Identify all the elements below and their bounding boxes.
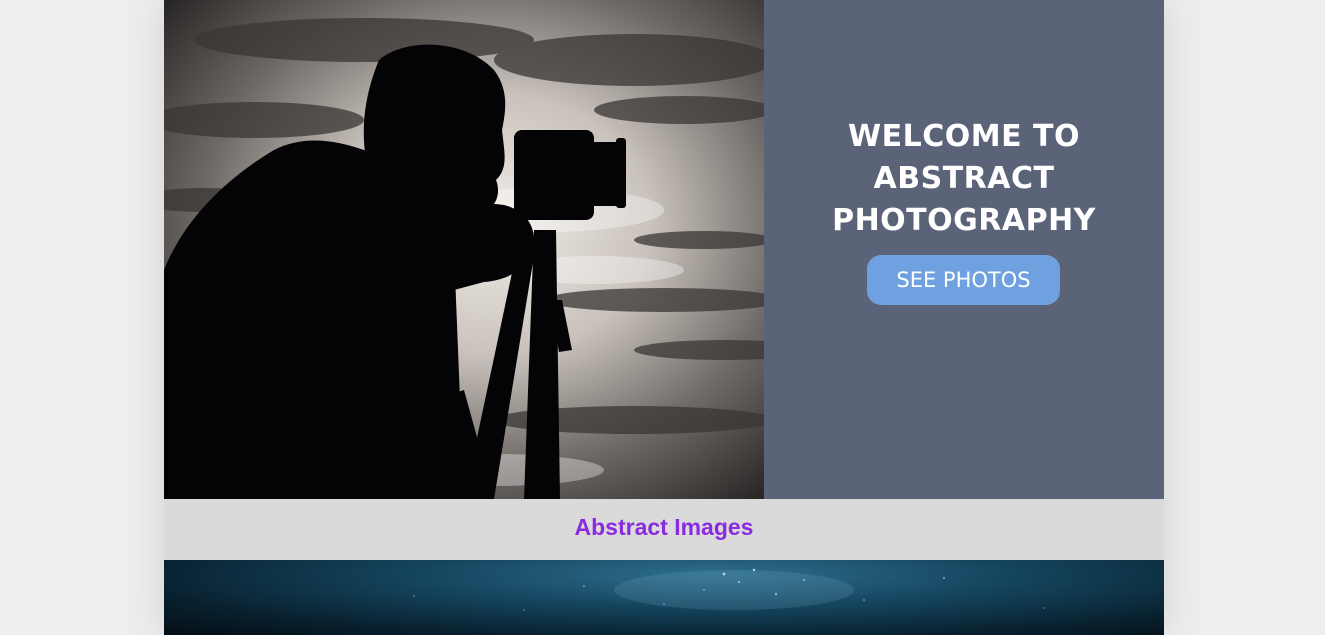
photographer-silhouette-image (164, 0, 764, 499)
gallery-header: Abstract Images (164, 499, 1164, 560)
hero-text-panel: WELCOME TO ABSTRACT PHOTOGRAPHY SEE PHOT… (764, 0, 1164, 499)
see-photos-button[interactable]: SEE PHOTOS (867, 255, 1060, 305)
gallery-heading: Abstract Images (574, 514, 754, 540)
page-container: WELCOME TO ABSTRACT PHOTOGRAPHY SEE PHOT… (164, 0, 1164, 635)
hero-section: WELCOME TO ABSTRACT PHOTOGRAPHY SEE PHOT… (164, 0, 1164, 499)
night-sky-image[interactable] (164, 560, 1164, 635)
hero-title: WELCOME TO ABSTRACT PHOTOGRAPHY (832, 119, 1096, 238)
